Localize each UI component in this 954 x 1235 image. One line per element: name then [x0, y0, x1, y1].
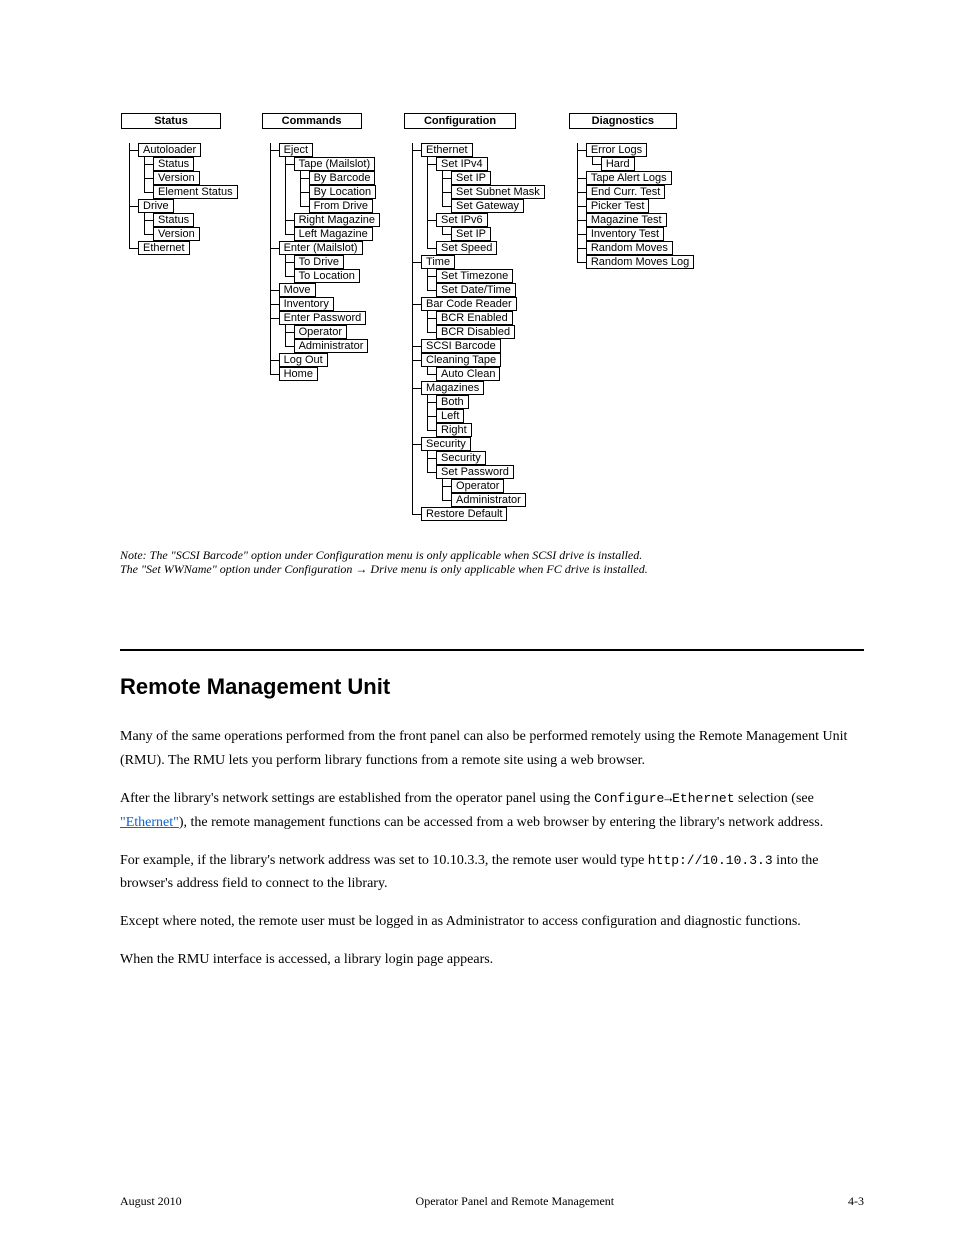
p3-url: http://10.10.3.3 — [648, 853, 773, 868]
diag-endcurrtest: End Curr. Test — [586, 185, 666, 199]
section-heading: Remote Management Unit — [120, 668, 864, 705]
cfg-setipv6-ip: Set IP — [451, 227, 491, 241]
status-drive-version: Version — [153, 227, 200, 241]
cfg-security: Security — [421, 437, 471, 451]
tree-header-status: Status — [121, 113, 221, 129]
tree-header-commands: Commands — [262, 113, 362, 129]
cfg-setipv4: Set IPv4 — [436, 157, 488, 171]
paragraph-4: Except where noted, the remote user must… — [120, 910, 864, 934]
cfg-setspeed: Set Speed — [436, 241, 497, 255]
cfg-setipv6: Set IPv6 — [436, 213, 488, 227]
tree-diagnostics: Diagnostics Error Logs Hard Tape Alert L… — [569, 113, 694, 521]
cmd-enterpw: Enter Password — [279, 311, 367, 325]
diag-randommoveslog: Random Moves Log — [586, 255, 694, 269]
cmd-enterpw-admin: Administrator — [294, 339, 369, 353]
cmd-eject-rightmag: Right Magazine — [294, 213, 380, 227]
cmd-eject-bylocation: By Location — [309, 185, 376, 199]
cfg-autoclean: Auto Clean — [436, 367, 500, 381]
body-text: Remote Management Unit Many of the same … — [120, 668, 864, 986]
cmd-eject: Eject — [279, 143, 313, 157]
cfg-security-setpw-admin: Administrator — [451, 493, 526, 507]
tree-header-configuration: Configuration — [404, 113, 516, 129]
paragraph-3: For example, if the library's network ad… — [120, 849, 864, 897]
footer-date: August 2010 — [120, 1194, 182, 1209]
diag-pickertest: Picker Test — [586, 199, 650, 213]
cmd-eject-bybarcode: By Barcode — [309, 171, 376, 185]
ethernet-link[interactable]: "Ethernet" — [120, 815, 179, 830]
cmd-eject-fromdrive: From Drive — [309, 199, 373, 213]
tree-header-diagnostics: Diagnostics — [569, 113, 677, 129]
cfg-setdatetime: Set Date/Time — [436, 283, 516, 297]
diag-magtest: Magazine Test — [586, 213, 667, 227]
page-footer: August 2010 Operator Panel and Remote Ma… — [120, 1194, 864, 1209]
status-autoloader: Autoloader — [138, 143, 201, 157]
cfg-security-setpw-op: Operator — [451, 479, 504, 493]
cmd-eject-leftmag: Left Magazine — [294, 227, 373, 241]
figure-caption-line2: The "Set WWName" option under Configurat… — [120, 562, 864, 576]
status-autoloader-version: Version — [153, 171, 200, 185]
cmd-enter-mailslot: Enter (Mailslot) — [279, 241, 363, 255]
footer-title: Operator Panel and Remote Management — [416, 1194, 615, 1209]
paragraph-2: After the library's network settings are… — [120, 787, 864, 835]
cmd-move: Move — [279, 283, 316, 297]
cfg-scsibarcode: SCSI Barcode — [421, 339, 501, 353]
cfg-settimezone: Set Timezone — [436, 269, 513, 283]
cfg-mag-both: Both — [436, 395, 469, 409]
diag-randommoves: Random Moves — [586, 241, 673, 255]
p3-a: For example, if the library's network ad… — [120, 853, 648, 868]
cmd-home: Home — [279, 367, 318, 381]
tree-commands: Commands Eject Tape (Mailslot) By Barcod… — [262, 113, 380, 521]
footer-pagenum: 4-3 — [848, 1194, 864, 1209]
diag-tapealertlogs: Tape Alert Logs — [586, 171, 672, 185]
diag-errorlogs-hard: Hard — [601, 157, 635, 171]
cfg-mag-right: Right — [436, 423, 472, 437]
cfg-security-security: Security — [436, 451, 486, 465]
p2-c: ), the remote management functions can b… — [179, 815, 823, 830]
cmd-logout: Log Out — [279, 353, 328, 367]
cfg-mag-left: Left — [436, 409, 464, 423]
cfg-bcr-disabled: BCR Disabled — [436, 325, 515, 339]
cfg-magazines: Magazines — [421, 381, 484, 395]
horizontal-rule — [120, 649, 864, 651]
cfg-security-setpw: Set Password — [436, 465, 514, 479]
cmd-inventory: Inventory — [279, 297, 334, 311]
paragraph-1: Many of the same operations performed fr… — [120, 725, 864, 773]
status-autoloader-elemstatus: Element Status — [153, 185, 238, 199]
cmd-eject-tape: Tape (Mailslot) — [294, 157, 376, 171]
menu-tree-diagram: Status Autoloader Status Version Element… — [121, 113, 694, 521]
status-drive-status: Status — [153, 213, 194, 227]
diag-invtest: Inventory Test — [586, 227, 664, 241]
cfg-setip: Set IP — [451, 171, 491, 185]
p2-a: After the library's network settings are… — [120, 791, 594, 806]
tree-configuration: Configuration Ethernet Set IPv4 Set IP S… — [404, 113, 545, 521]
cfg-bcr-enabled: BCR Enabled — [436, 311, 513, 325]
status-ethernet: Ethernet — [138, 241, 190, 255]
tree-status: Status Autoloader Status Version Element… — [121, 113, 238, 521]
p2-b: selection (see — [735, 791, 814, 806]
cmd-enterpw-operator: Operator — [294, 325, 347, 339]
cfg-setgateway: Set Gateway — [451, 199, 524, 213]
diag-errorlogs: Error Logs — [586, 143, 647, 157]
cfg-time: Time — [421, 255, 455, 269]
cfg-ethernet: Ethernet — [421, 143, 473, 157]
cfg-restore-default: Restore Default — [421, 507, 507, 521]
cmd-enter-todrive: To Drive — [294, 255, 344, 269]
status-drive: Drive — [138, 199, 174, 213]
cmd-enter-tolocation: To Location — [294, 269, 360, 283]
cfg-bcr: Bar Code Reader — [421, 297, 517, 311]
cfg-cleaningtape: Cleaning Tape — [421, 353, 501, 367]
figure-caption: Note: The "SCSI Barcode" option under Co… — [120, 548, 864, 577]
paragraph-5: When the RMU interface is accessed, a li… — [120, 948, 864, 972]
status-autoloader-status: Status — [153, 157, 194, 171]
cfg-setsubnet: Set Subnet Mask — [451, 185, 545, 199]
figure-caption-line1: Note: The "SCSI Barcode" option under Co… — [120, 548, 642, 562]
p2-code: Configure→Ethernet — [594, 791, 734, 806]
